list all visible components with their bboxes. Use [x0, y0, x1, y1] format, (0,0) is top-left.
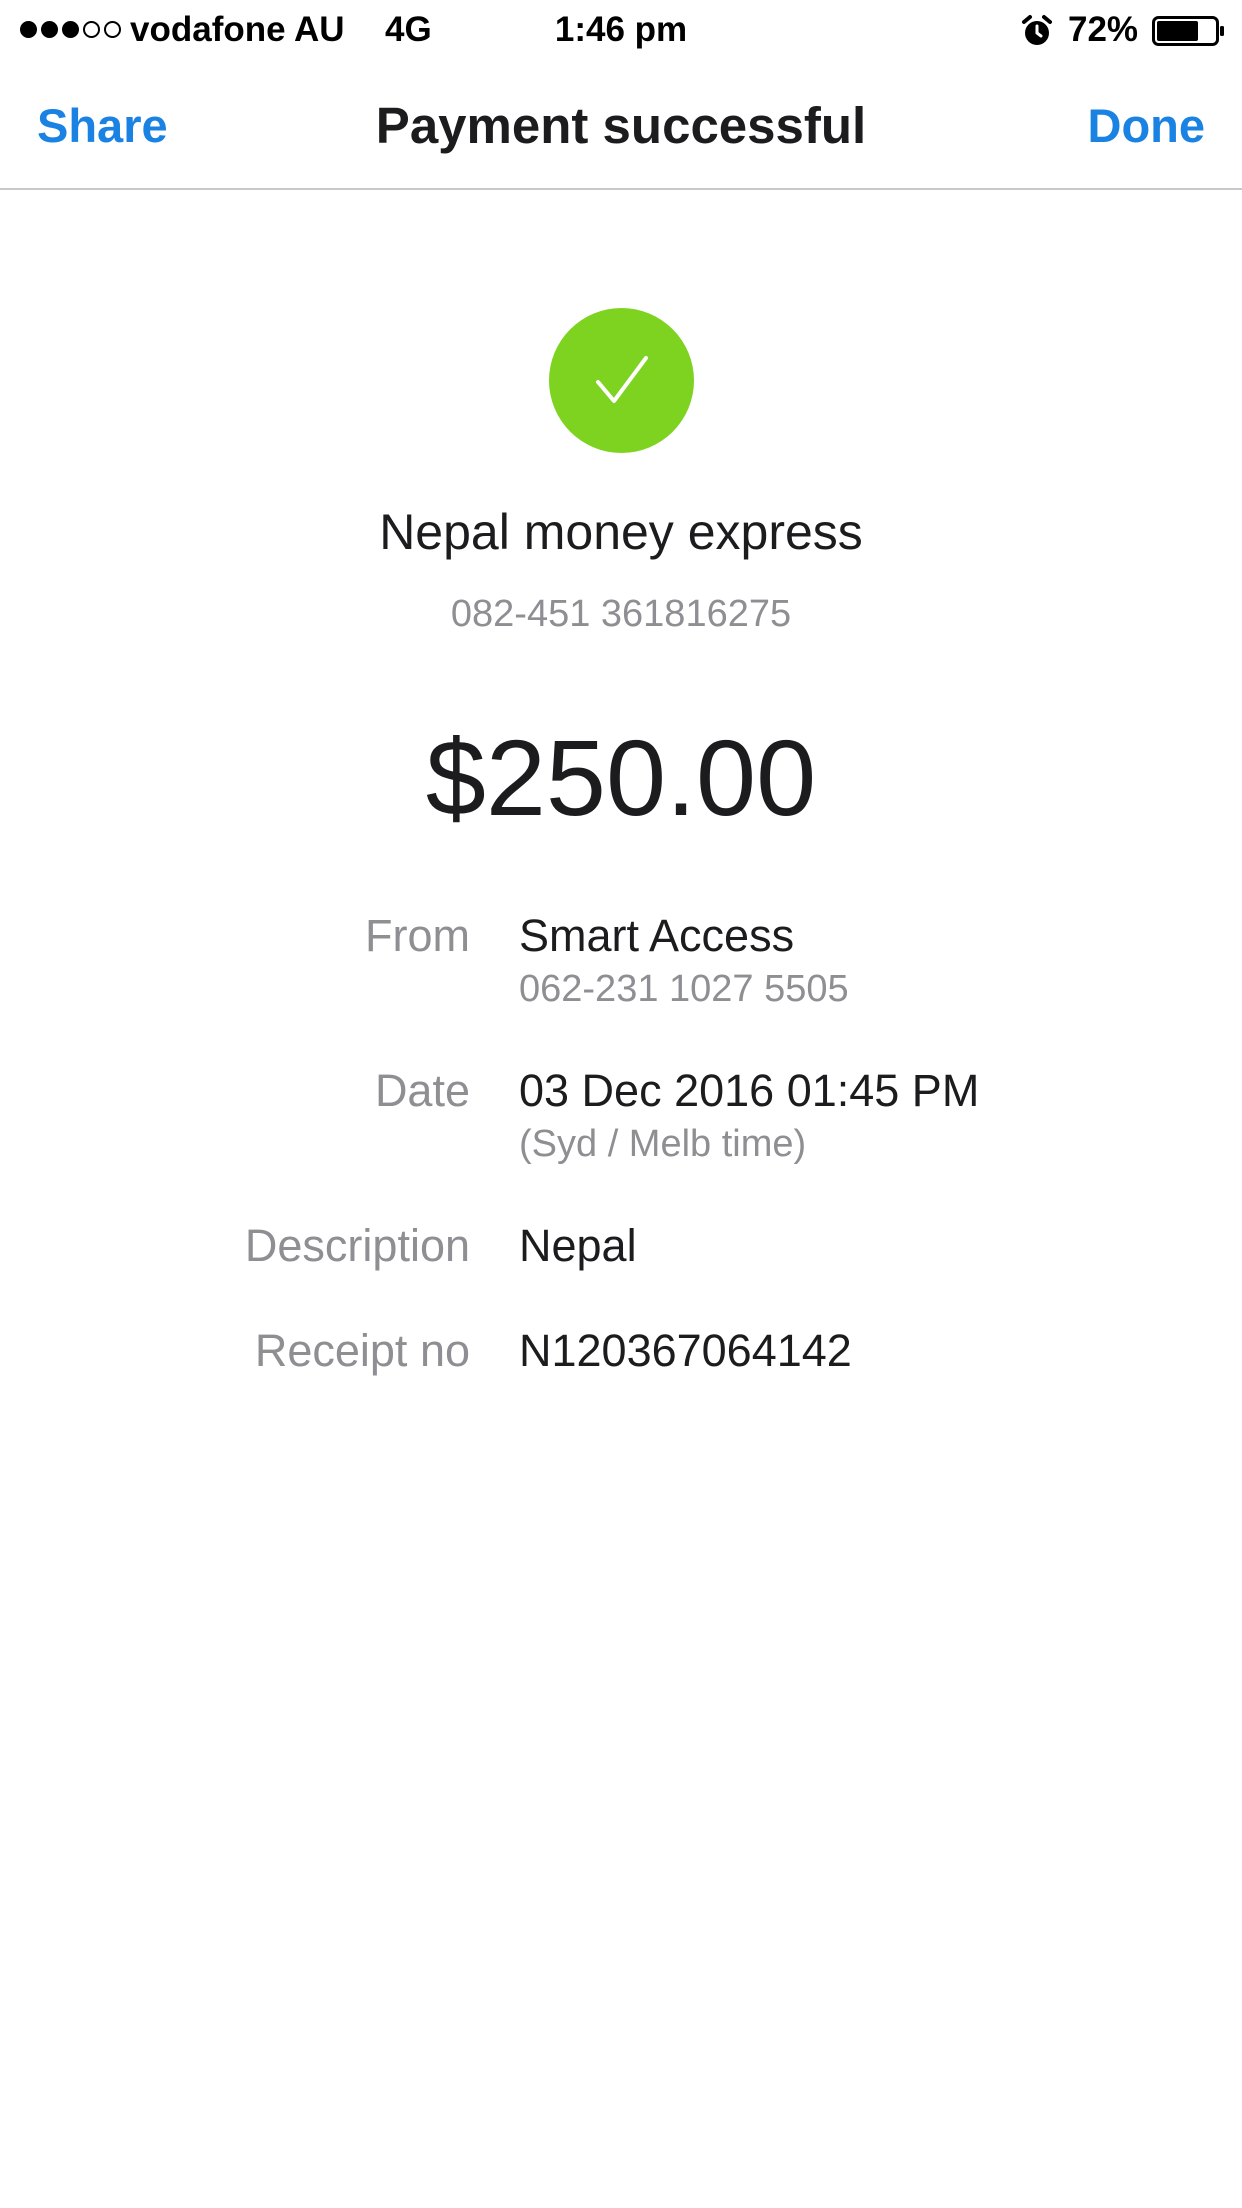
done-button[interactable]: Done — [1088, 98, 1206, 153]
from-account-name: Smart Access — [519, 910, 795, 961]
alarm-clock-icon — [1022, 15, 1052, 45]
payee-name: Nepal money express — [379, 504, 863, 560]
status-bar: vodafone AU 4G 1:46 pm 72% — [0, 0, 1242, 62]
receipt-label: Receipt no — [254, 1325, 470, 1376]
date-label: Date — [374, 1065, 470, 1116]
description-value: Nepal — [519, 1220, 637, 1271]
from-account-number: 062-231 1027 5505 — [519, 968, 849, 1010]
description-label: Description — [244, 1220, 470, 1271]
checkmark-circle-icon — [549, 308, 694, 453]
date-timezone: (Syd / Melb time) — [519, 1123, 807, 1165]
date-value: 03 Dec 2016 01:45 PM — [519, 1065, 980, 1116]
battery-icon — [1152, 16, 1224, 46]
battery-percentage: 72% — [1068, 10, 1139, 49]
page-title: Payment successful — [375, 97, 867, 154]
receipt-number: N120367064142 — [519, 1325, 852, 1376]
status-time: 1:46 pm — [554, 10, 688, 49]
payment-amount: $250.00 — [425, 717, 817, 838]
navigation-bar: Share Payment successful Done — [0, 62, 1242, 190]
payee-account-number: 082-451 361816275 — [450, 593, 792, 635]
from-label: From — [365, 910, 470, 961]
